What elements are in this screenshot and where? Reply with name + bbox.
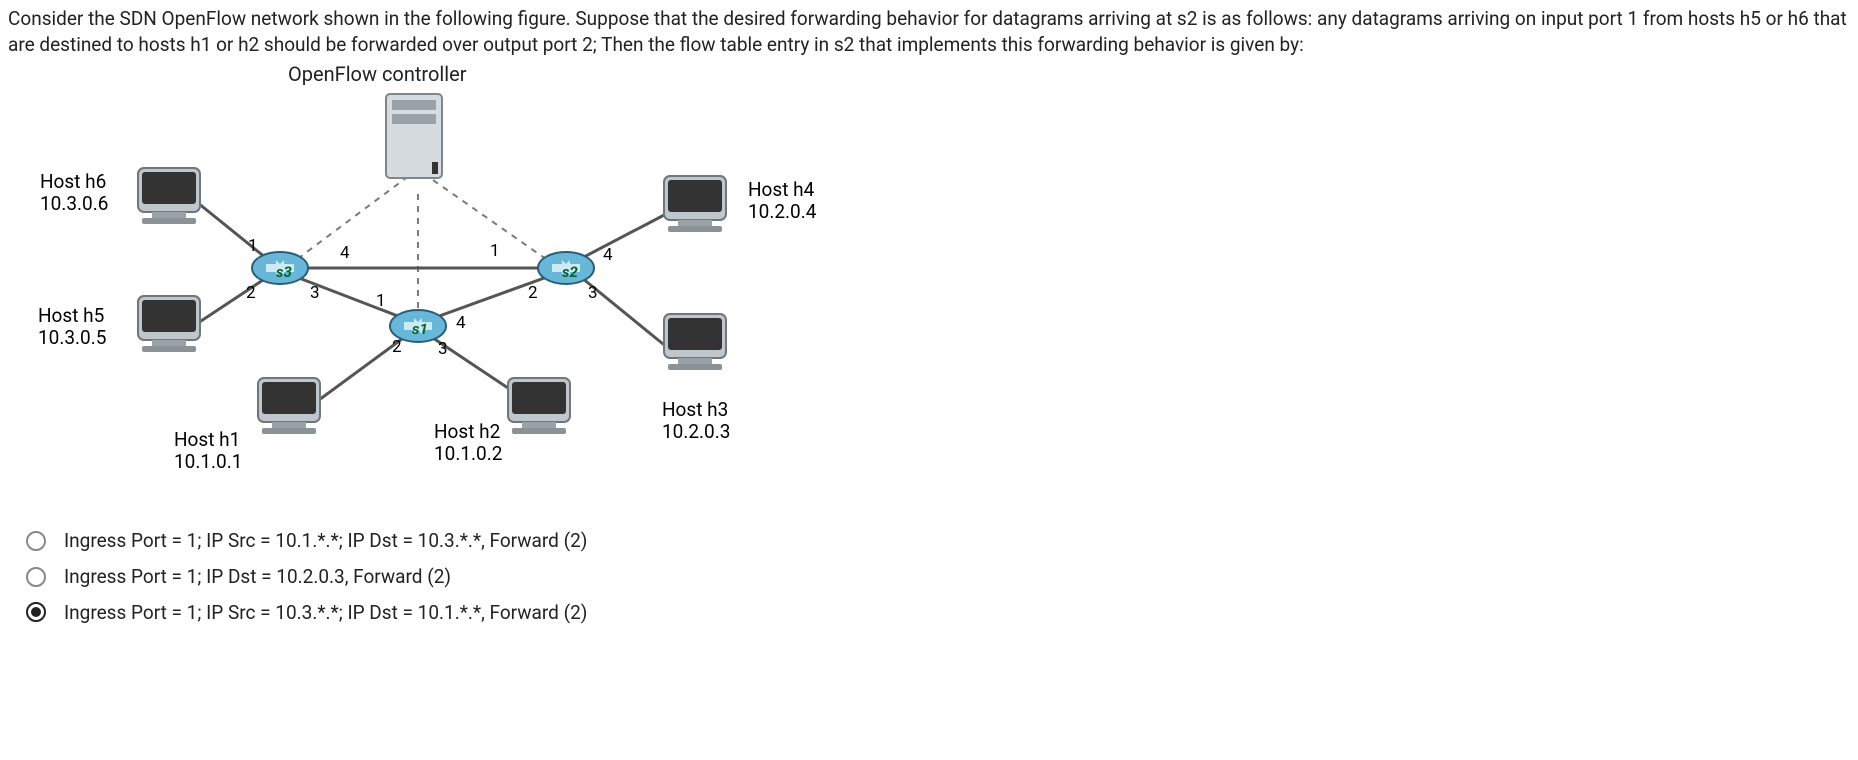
option-1[interactable]: Ingress Port = 1; IP Src = 10.1.*.*; IP …: [26, 528, 1850, 554]
svg-text:10.3.0.5: 10.3.0.5: [38, 326, 106, 349]
svg-text:Host h6: Host h6: [40, 170, 106, 193]
svg-text:1: 1: [490, 241, 500, 261]
radio-icon: [26, 567, 46, 587]
svg-text:s3: s3: [276, 263, 292, 281]
radio-icon: [26, 602, 46, 622]
svg-text:2: 2: [392, 337, 402, 357]
svg-text:10.1.0.2: 10.1.0.2: [434, 442, 502, 465]
svg-text:3: 3: [310, 283, 320, 303]
svg-text:Host h3: Host h3: [662, 398, 728, 421]
radio-icon: [26, 531, 46, 551]
svg-text:4: 4: [603, 245, 613, 265]
option-3[interactable]: Ingress Port = 1; IP Src = 10.3.*.*; IP …: [26, 600, 1850, 626]
svg-text:2: 2: [246, 283, 256, 303]
option-label: Ingress Port = 1; IP Src = 10.3.*.*; IP …: [64, 600, 587, 626]
svg-text:1: 1: [376, 291, 386, 311]
option-2[interactable]: Ingress Port = 1; IP Dst = 10.2.0.3, For…: [26, 564, 1850, 590]
network-svg: s3 s2 s1 1 2 3 4 1 2 3 4 1 2 3 4 Host h6…: [28, 88, 848, 508]
svg-text:3: 3: [438, 339, 448, 359]
svg-text:3: 3: [588, 283, 598, 303]
controller-label: OpenFlow controller: [28, 61, 1850, 88]
svg-text:1: 1: [248, 236, 258, 256]
svg-text:2: 2: [528, 283, 538, 303]
svg-text:Host h1: Host h1: [174, 428, 240, 451]
svg-text:s2: s2: [562, 263, 578, 281]
question-text: Consider the SDN OpenFlow network shown …: [8, 6, 1850, 57]
svg-text:10.3.0.6: 10.3.0.6: [40, 192, 108, 215]
controller-icon: [386, 94, 442, 178]
svg-text:Host h5: Host h5: [38, 304, 104, 327]
answer-options: Ingress Port = 1; IP Src = 10.1.*.*; IP …: [8, 528, 1850, 625]
option-label: Ingress Port = 1; IP Dst = 10.2.0.3, For…: [64, 564, 451, 590]
svg-text:s1: s1: [412, 320, 428, 338]
network-figure: OpenFlow controller: [8, 61, 1850, 518]
svg-text:4: 4: [340, 243, 350, 263]
svg-text:Host h4: Host h4: [748, 178, 815, 201]
svg-text:10.2.0.4: 10.2.0.4: [748, 200, 817, 223]
svg-text:Host h2: Host h2: [434, 420, 500, 443]
svg-text:10.2.0.3: 10.2.0.3: [662, 420, 730, 443]
svg-text:4: 4: [456, 313, 466, 333]
svg-text:10.1.0.1: 10.1.0.1: [174, 450, 242, 473]
option-label: Ingress Port = 1; IP Src = 10.1.*.*; IP …: [64, 528, 587, 554]
